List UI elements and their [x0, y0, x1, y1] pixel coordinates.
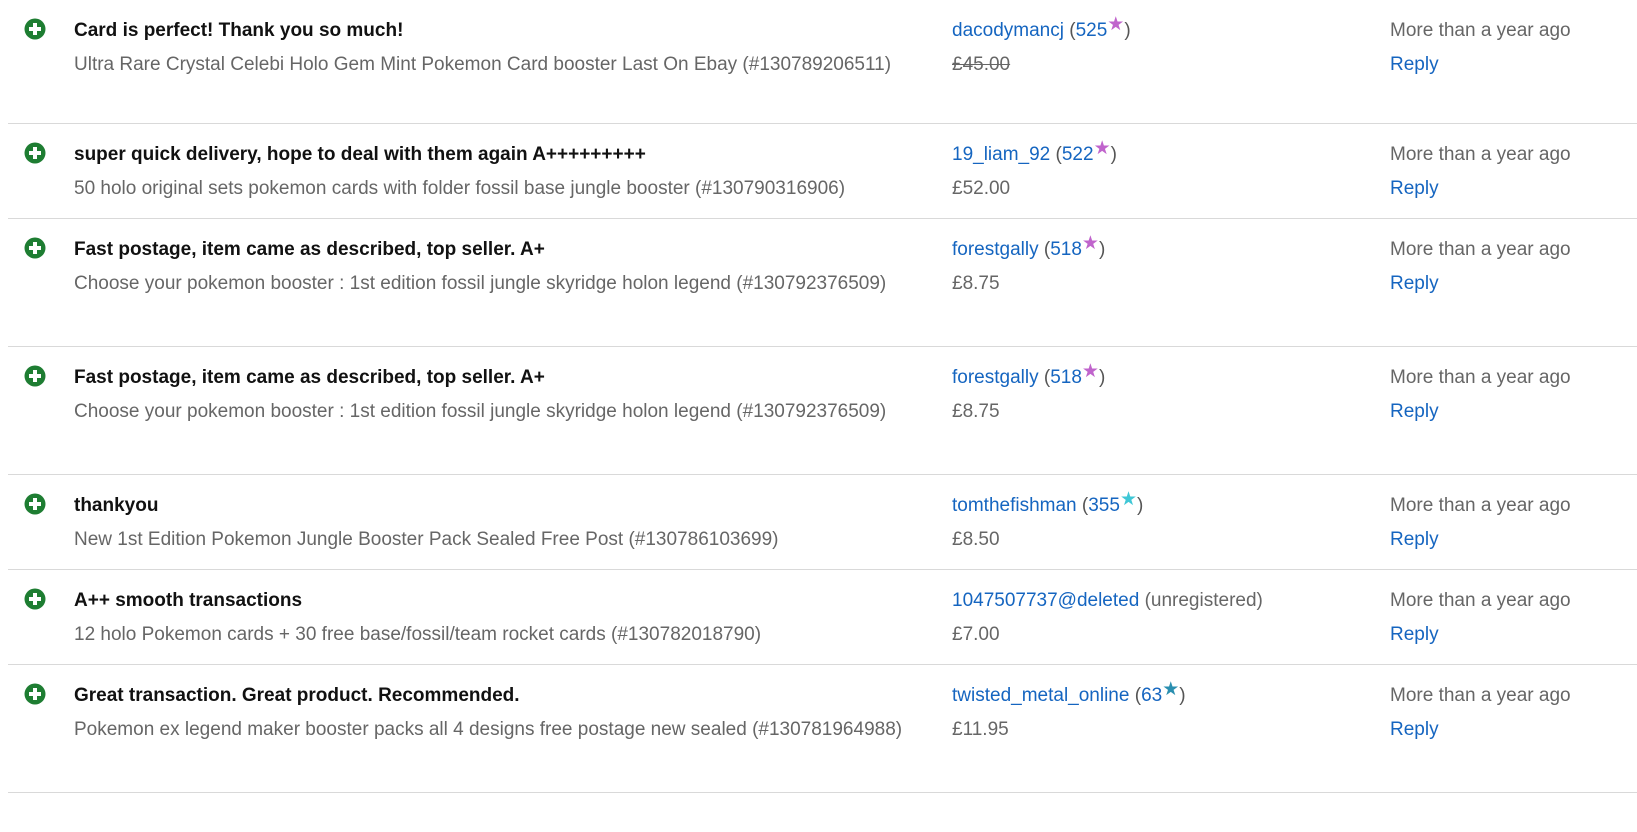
feedback-time-col: More than a year ago Reply	[1390, 584, 1630, 652]
feedback-score-link[interactable]: 518	[1050, 367, 1082, 388]
feedback-main: Fast postage, item came as described, to…	[74, 233, 934, 301]
username-link[interactable]: 19_liam_92	[952, 144, 1050, 165]
feedback-row: Fast postage, item came as described, to…	[0, 347, 1637, 475]
feedback-main: Great transaction. Great product. Recomm…	[74, 679, 934, 747]
positive-feedback-icon	[24, 365, 46, 387]
reply-link[interactable]: Reply	[1390, 48, 1630, 82]
username-link[interactable]: dacodymancj	[952, 20, 1064, 41]
feedback-comment: Fast postage, item came as described, to…	[74, 239, 545, 260]
turquoise-star-icon: ★	[1119, 489, 1137, 510]
feedback-comment: Card is perfect! Thank you so much!	[74, 20, 404, 41]
item-price: £52.00	[952, 178, 1011, 199]
username-link[interactable]: twisted_metal_online	[952, 685, 1129, 706]
feedback-score-link[interactable]: 63	[1141, 685, 1162, 706]
feedback-row: Card is perfect! Thank you so much! Ultr…	[0, 0, 1637, 124]
feedback-row: A++ smooth transactions 12 holo Pokemon …	[0, 570, 1637, 665]
feedback-comment: super quick delivery, hope to deal with …	[74, 144, 646, 165]
username-link[interactable]: forestgally	[952, 367, 1039, 388]
feedback-user: 1047507737@deleted (unregistered) £7.00	[952, 584, 1372, 652]
feedback-main: A++ smooth transactions 12 holo Pokemon …	[74, 584, 934, 652]
feedback-score-link[interactable]: 355	[1088, 495, 1120, 516]
feedback-time: More than a year ago	[1390, 590, 1571, 611]
feedback-time-col: More than a year ago Reply	[1390, 679, 1630, 747]
feedback-time-col: More than a year ago Reply	[1390, 14, 1630, 82]
feedback-time: More than a year ago	[1390, 144, 1571, 165]
user-line: dacodymancj (525★)	[952, 14, 1131, 41]
username-link[interactable]: forestgally	[952, 239, 1039, 260]
feedback-time: More than a year ago	[1390, 367, 1571, 388]
user-line: tomthefishman (355★)	[952, 489, 1144, 516]
feedback-item: Choose your pokemon booster : 1st editio…	[74, 401, 887, 422]
positive-feedback-icon	[24, 683, 46, 705]
feedback-score-link[interactable]: 518	[1050, 239, 1082, 260]
feedback-item: Pokemon ex legend maker booster packs al…	[74, 719, 903, 740]
reply-link[interactable]: Reply	[1390, 267, 1630, 301]
item-price: £8.50	[952, 529, 1000, 550]
reply-link[interactable]: Reply	[1390, 395, 1630, 429]
feedback-score-link[interactable]: 525	[1076, 20, 1108, 41]
feedback-main: Fast postage, item came as described, to…	[74, 361, 934, 429]
feedback-score-link[interactable]: 522	[1062, 144, 1094, 165]
feedback-time: More than a year ago	[1390, 239, 1571, 260]
positive-feedback-icon	[24, 588, 46, 610]
feedback-row: Great transaction. Great product. Recomm…	[0, 665, 1637, 793]
feedback-row: thankyou New 1st Edition Pokemon Jungle …	[0, 475, 1637, 570]
feedback-item: Choose your pokemon booster : 1st editio…	[74, 273, 887, 294]
feedback-time-col: More than a year ago Reply	[1390, 233, 1630, 301]
purple-star-icon: ★	[1093, 138, 1111, 159]
feedback-user: forestgally (518★) £8.75	[952, 233, 1372, 301]
reply-link[interactable]: Reply	[1390, 523, 1630, 557]
feedback-comment: Great transaction. Great product. Recomm…	[74, 685, 520, 706]
feedback-main: super quick delivery, hope to deal with …	[74, 138, 934, 206]
item-price: £8.75	[952, 273, 1000, 294]
purple-star-icon: ★	[1107, 14, 1125, 35]
item-price: £8.75	[952, 401, 1000, 422]
purple-star-icon: ★	[1081, 361, 1099, 382]
feedback-time-col: More than a year ago Reply	[1390, 138, 1630, 206]
feedback-row: Fast postage, item came as described, to…	[0, 219, 1637, 347]
unregistered-label: (unregistered)	[1144, 590, 1263, 611]
purple-star-icon: ★	[1081, 233, 1099, 254]
feedback-row: super quick delivery, hope to deal with …	[0, 124, 1637, 219]
positive-feedback-icon	[24, 493, 46, 515]
positive-feedback-icon	[24, 142, 46, 164]
item-price: £7.00	[952, 624, 1000, 645]
feedback-list: Card is perfect! Thank you so much! Ultr…	[0, 0, 1637, 832]
feedback-time: More than a year ago	[1390, 495, 1571, 516]
feedback-time-col: More than a year ago Reply	[1390, 361, 1630, 429]
row-divider	[8, 792, 1637, 793]
feedback-user: 19_liam_92 (522★) £52.00	[952, 138, 1372, 206]
reply-link[interactable]: Reply	[1390, 713, 1630, 747]
reply-link[interactable]: Reply	[1390, 618, 1630, 652]
feedback-user: dacodymancj (525★) £45.00	[952, 14, 1372, 82]
positive-feedback-icon	[24, 237, 46, 259]
feedback-comment: A++ smooth transactions	[74, 590, 303, 611]
username-link[interactable]: tomthefishman	[952, 495, 1077, 516]
feedback-user: twisted_metal_online (63★) £11.95	[952, 679, 1372, 747]
user-line: twisted_metal_online (63★)	[952, 679, 1186, 706]
feedback-user: tomthefishman (355★) £8.50	[952, 489, 1372, 557]
feedback-item: 50 holo original sets pokemon cards with…	[74, 178, 846, 199]
feedback-item: 12 holo Pokemon cards + 30 free base/fos…	[74, 624, 762, 645]
user-line: 19_liam_92 (522★)	[952, 138, 1117, 165]
username-link[interactable]: 1047507737@deleted	[952, 590, 1139, 611]
user-line: forestgally (518★)	[952, 233, 1106, 260]
item-price: £45.00	[952, 54, 1011, 75]
feedback-item: Ultra Rare Crystal Celebi Holo Gem Mint …	[74, 54, 892, 75]
user-line: 1047507737@deleted (unregistered)	[952, 584, 1372, 618]
feedback-comment: thankyou	[74, 495, 159, 516]
feedback-comment: Fast postage, item came as described, to…	[74, 367, 545, 388]
feedback-time: More than a year ago	[1390, 685, 1571, 706]
feedback-time-col: More than a year ago Reply	[1390, 489, 1630, 557]
feedback-main: Card is perfect! Thank you so much! Ultr…	[74, 14, 934, 82]
feedback-time: More than a year ago	[1390, 20, 1571, 41]
user-line: forestgally (518★)	[952, 361, 1106, 388]
positive-feedback-icon	[24, 18, 46, 40]
reply-link[interactable]: Reply	[1390, 172, 1630, 206]
teal-star-icon: ★	[1162, 679, 1180, 700]
item-price: £11.95	[952, 719, 1009, 740]
feedback-main: thankyou New 1st Edition Pokemon Jungle …	[74, 489, 934, 557]
feedback-item: New 1st Edition Pokemon Jungle Booster P…	[74, 529, 779, 550]
feedback-user: forestgally (518★) £8.75	[952, 361, 1372, 429]
